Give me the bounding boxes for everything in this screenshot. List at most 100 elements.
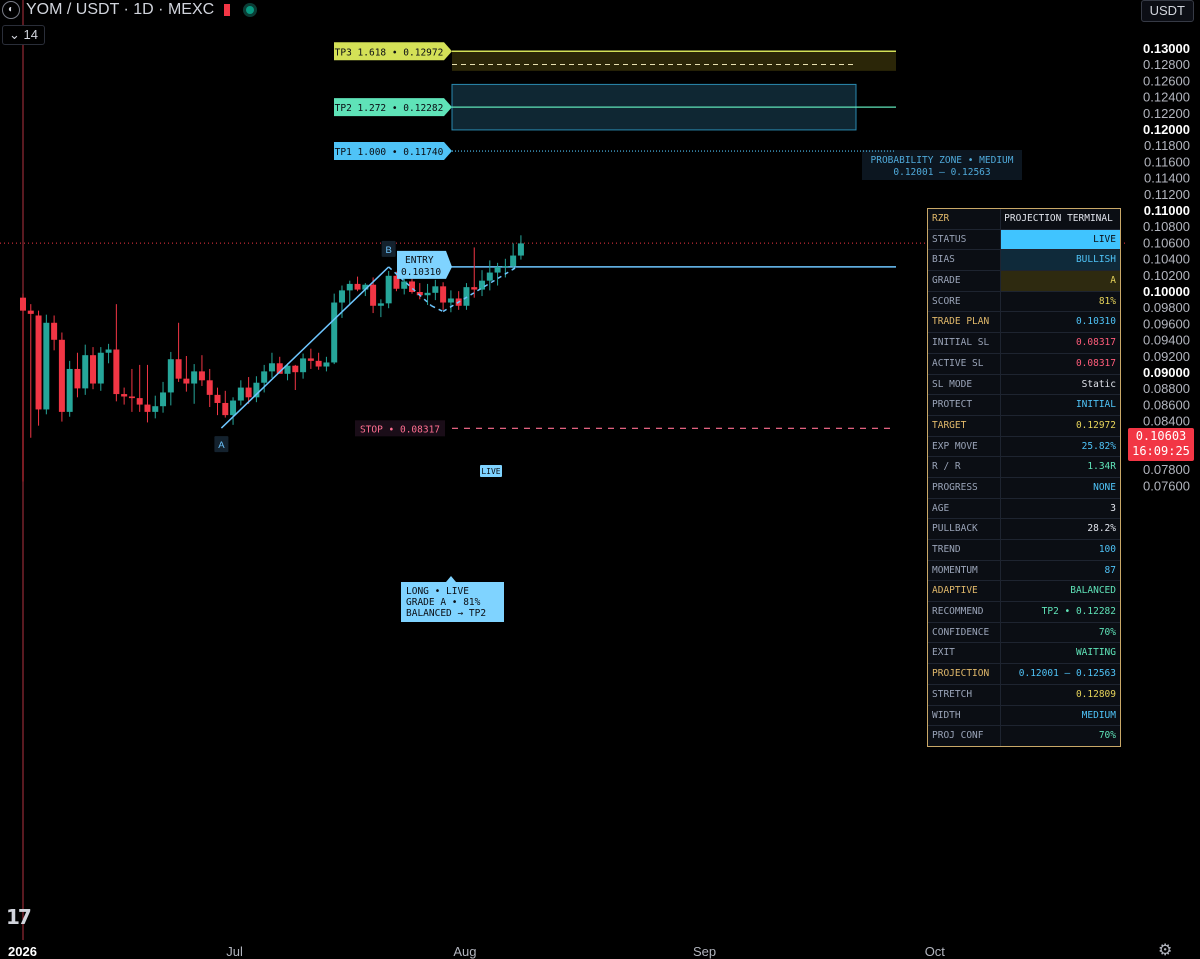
- zigzag-segment: [220, 266, 390, 429]
- live-tag: LIVE: [480, 465, 502, 477]
- candle-body: [323, 362, 330, 367]
- candle: [222, 390, 229, 418]
- terminal-key: PROTECT: [928, 395, 1001, 415]
- tp1-label-text: TP1 1.000 • 0.11740: [335, 147, 444, 158]
- candle-body: [354, 283, 361, 290]
- terminal-value: 81%: [1098, 295, 1116, 307]
- time-axis-tick: Oct: [925, 944, 946, 959]
- terminal-row: R / R 1.34R: [928, 456, 1120, 477]
- candle: [74, 352, 81, 398]
- price-axis-tick: 0.11800: [1144, 138, 1190, 153]
- candle-body: [432, 286, 439, 293]
- terminal-value: 100: [1098, 544, 1116, 555]
- candle-body: [97, 352, 104, 384]
- terminal-value: 0.08317: [1075, 357, 1116, 369]
- terminal-row: WIDTH MEDIUM: [928, 704, 1120, 726]
- terminal-row: ADAPTIVE BALANCED: [928, 580, 1120, 602]
- terminal-key: WIDTH: [928, 705, 1001, 726]
- candle-body: [517, 243, 524, 256]
- currency-selector[interactable]: USDT: [1140, 0, 1194, 22]
- candle-body: [35, 315, 42, 410]
- candle-body: [401, 281, 408, 289]
- candle-body: [268, 363, 275, 372]
- candle: [479, 270, 486, 297]
- terminal-key: INITIAL SL: [928, 333, 1001, 353]
- candle: [440, 282, 447, 310]
- terminal-row: SCORE 81%: [928, 290, 1120, 312]
- candle-body: [237, 387, 244, 401]
- candle-body: [198, 371, 205, 381]
- terminal-key: ACTIVE SL: [928, 353, 1001, 374]
- candle: [315, 352, 322, 370]
- terminal-value: 25.82%: [1081, 440, 1116, 452]
- candle-body: [377, 303, 384, 306]
- price-axis-tick: 0.10200: [1143, 268, 1190, 283]
- candle: [20, 293, 26, 482]
- tradingview-logo-icon[interactable]: 17: [6, 905, 32, 929]
- candle-body: [121, 394, 128, 397]
- live-tag-text: LIVE: [481, 467, 500, 476]
- time-axis-tick: Jul: [226, 944, 243, 959]
- candle: [230, 397, 237, 425]
- candle-body: [463, 287, 470, 306]
- candle-body: [128, 396, 135, 399]
- terminal-row: SL MODE Static: [928, 373, 1120, 395]
- long-signal-label: LONG • LIVEGRADE A • 81%BALANCED → TP2: [401, 576, 504, 622]
- candle: [206, 368, 213, 408]
- candle: [346, 280, 353, 305]
- candle-body: [222, 402, 229, 416]
- candle-body: [167, 359, 174, 393]
- terminal-value: LIVE: [1001, 229, 1120, 250]
- candle-body: [494, 266, 501, 273]
- terminal-row: PROJECTION 0.12001 — 0.12563: [928, 663, 1120, 684]
- candle: [90, 347, 97, 390]
- candle-body: [214, 394, 221, 403]
- terminal-key: PULLBACK: [928, 519, 1001, 539]
- symbol-title[interactable]: YOM / USDT · 1D · MEXC: [26, 1, 214, 19]
- price-axis-tick: 0.11000: [1144, 203, 1190, 218]
- terminal-value: PROJECTION TERMINAL: [1004, 213, 1113, 224]
- terminal-key: SCORE: [928, 291, 1001, 312]
- pivot-label-b: B: [385, 245, 391, 256]
- candle-body: [20, 297, 26, 311]
- terminal-value: 1.34R: [1087, 461, 1116, 473]
- probability-zone-range: 0.12001 — 0.12563: [893, 167, 990, 178]
- price-axis-tick: 0.11600: [1144, 154, 1190, 169]
- candle: [198, 355, 205, 386]
- candle-body: [206, 380, 213, 395]
- candle: [416, 283, 423, 300]
- symbol-logo-icon[interactable]: ◐: [2, 1, 20, 19]
- zigzag-segment: [442, 266, 518, 313]
- candle-body: [58, 339, 65, 412]
- price-axis-tick: 0.10400: [1143, 252, 1190, 267]
- settings-gear-icon[interactable]: ⚙: [1158, 940, 1172, 959]
- terminal-value: 0.10310: [1075, 316, 1116, 328]
- terminal-value: 28.2%: [1087, 523, 1116, 535]
- candle: [27, 304, 34, 438]
- terminal-key: BIAS: [928, 250, 1001, 271]
- terminal-key: AGE: [928, 498, 1001, 519]
- terminal-row: RECOMMEND TP2 • 0.12282: [928, 601, 1120, 622]
- candle-body: [261, 371, 268, 383]
- candle: [43, 314, 50, 415]
- candle-body: [105, 349, 112, 353]
- market-status-icon: [246, 6, 255, 14]
- candle-body: [338, 290, 345, 303]
- candle: [183, 355, 190, 392]
- terminal-row: PROGRESS NONE: [928, 476, 1120, 498]
- candle: [385, 270, 392, 309]
- candle-body: [486, 272, 493, 281]
- candle-body: [510, 255, 517, 267]
- terminal-row: PROTECT INITIAL: [928, 394, 1120, 415]
- candle: [58, 332, 65, 422]
- price-axis-tick: 0.12600: [1143, 73, 1190, 88]
- price-axis-tick: 0.10000: [1143, 284, 1190, 299]
- candle: [432, 279, 439, 301]
- price-axis-tick: 0.08600: [1143, 397, 1190, 412]
- candle-body: [292, 365, 299, 373]
- terminal-value: 0.12001 — 0.12563: [1018, 668, 1116, 680]
- indicator-toggle-button[interactable]: ⌄ 14: [2, 25, 45, 45]
- candle: [307, 348, 314, 369]
- tp2-label: TP2 1.272 • 0.12282: [334, 98, 452, 117]
- candle-body: [43, 322, 50, 410]
